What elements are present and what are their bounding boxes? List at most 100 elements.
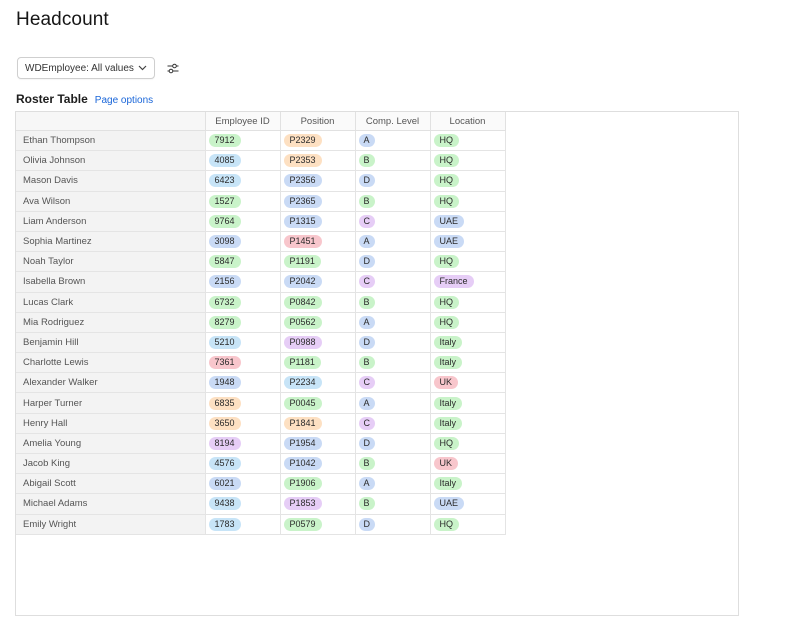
table-row[interactable]: Ava Wilson 1527 P2365 B HQ <box>16 191 506 212</box>
position-badge: P0988 <box>283 335 322 349</box>
table-row[interactable]: Noah Taylor 5847 P1191 D HQ <box>16 251 506 273</box>
chevron-down-icon <box>138 65 147 71</box>
table-row[interactable]: Isabella Brown 2156 P2042 C France <box>16 271 506 293</box>
comp-level-cell: D <box>355 433 431 455</box>
table-row[interactable]: Henry Hall 3650 P1841 C Italy <box>16 413 506 434</box>
employee-id-cell: 4085 <box>205 150 281 172</box>
roster-table: Employee ID Position Comp. Level Locatio… <box>16 112 506 535</box>
roster-table-container: Employee ID Position Comp. Level Locatio… <box>15 111 739 616</box>
location-badge: HQ <box>433 517 459 531</box>
employee-id-cell: 2156 <box>205 271 281 293</box>
position-badge: P2234 <box>283 376 322 390</box>
comp-level-badge: C <box>358 214 375 228</box>
employee-id-badge: 8194 <box>208 436 241 450</box>
location-badge: HQ <box>433 436 459 450</box>
filter-settings-button[interactable] <box>165 60 181 76</box>
table-row[interactable]: Charlotte Lewis 7361 P1181 B Italy <box>16 352 506 374</box>
comp-level-badge: A <box>358 134 375 148</box>
employee-id-cell: 3650 <box>205 413 281 434</box>
employee-id-badge: 1527 <box>208 194 241 208</box>
table-row[interactable]: Liam Anderson 9764 P1315 C UAE <box>16 211 506 232</box>
comp-level-badge: A <box>358 477 375 491</box>
employee-id-badge: 4085 <box>208 154 241 168</box>
column-header-comp-level[interactable]: Comp. Level <box>355 112 431 131</box>
employee-id-badge: 3098 <box>208 235 241 249</box>
employee-id-cell: 1783 <box>205 514 281 535</box>
location-cell: Italy <box>430 352 506 374</box>
table-row[interactable]: Sophia Martinez 3098 P1451 A UAE <box>16 231 506 253</box>
employee-id-cell: 4576 <box>205 453 281 475</box>
employee-filter-dropdown[interactable]: WDEmployee: All values <box>17 57 155 79</box>
page-options-link[interactable]: Page options <box>95 95 153 106</box>
employee-name-cell: Mason Davis <box>16 170 206 192</box>
table-row[interactable]: Mason Davis 6423 P2356 D HQ <box>16 170 506 192</box>
employee-id-badge: 1948 <box>208 376 241 390</box>
column-header-name <box>16 112 206 131</box>
location-cell: HQ <box>430 292 506 313</box>
position-badge: P0842 <box>283 295 322 309</box>
location-cell: HQ <box>430 191 506 212</box>
employee-id-badge: 4576 <box>208 457 241 471</box>
comp-level-cell: B <box>355 493 431 515</box>
table-row[interactable]: Mia Rodriguez 8279 P0562 A HQ <box>16 312 506 333</box>
employee-name-cell: Michael Adams <box>16 493 206 515</box>
location-badge: Italy <box>433 396 463 410</box>
table-row[interactable]: Lucas Clark 6732 P0842 B HQ <box>16 292 506 313</box>
position-badge: P1841 <box>283 416 322 430</box>
location-badge: HQ <box>433 194 459 208</box>
table-row[interactable]: Jacob King 4576 P1042 B UK <box>16 453 506 475</box>
location-badge: Italy <box>433 416 463 430</box>
section-title: Roster Table <box>16 92 88 106</box>
table-row[interactable]: Ethan Thompson 7912 P2329 A HQ <box>16 130 506 152</box>
employee-name-cell: Sophia Martinez <box>16 231 206 253</box>
position-cell: P0579 <box>280 514 356 535</box>
employee-id-badge: 5847 <box>208 255 241 269</box>
table-row[interactable]: Amelia Young 8194 P1954 D HQ <box>16 433 506 455</box>
comp-level-badge: D <box>358 517 375 531</box>
employee-id-cell: 9764 <box>205 211 281 232</box>
table-row[interactable]: Harper Turner 6835 P0045 A Italy <box>16 392 506 414</box>
comp-level-cell: D <box>355 332 431 354</box>
location-cell: UAE <box>430 493 506 515</box>
employee-name-cell: Olivia Johnson <box>16 150 206 172</box>
position-cell: P1451 <box>280 231 356 253</box>
comp-level-cell: A <box>355 312 431 333</box>
table-row[interactable]: Olivia Johnson 4085 P2353 B HQ <box>16 150 506 172</box>
position-cell: P1315 <box>280 211 356 232</box>
position-cell: P1906 <box>280 473 356 495</box>
location-badge: UK <box>433 457 459 471</box>
location-badge: Italy <box>433 477 463 491</box>
location-badge: HQ <box>433 174 459 188</box>
column-header-position[interactable]: Position <box>280 112 356 131</box>
position-badge: P1042 <box>283 457 322 471</box>
comp-level-cell: D <box>355 170 431 192</box>
comp-level-badge: B <box>358 497 375 511</box>
position-cell: P1853 <box>280 493 356 515</box>
position-badge: P2356 <box>283 174 322 188</box>
location-badge: HQ <box>433 295 459 309</box>
column-header-employee-id[interactable]: Employee ID <box>205 112 281 131</box>
employee-id-badge: 6021 <box>208 477 241 491</box>
table-row[interactable]: Alexander Walker 1948 P2234 C UK <box>16 372 506 394</box>
position-badge: P0579 <box>283 517 322 531</box>
location-cell: Italy <box>430 413 506 434</box>
comp-level-cell: C <box>355 413 431 434</box>
table-row[interactable]: Abigail Scott 6021 P1906 A Italy <box>16 473 506 495</box>
column-header-location[interactable]: Location <box>430 112 506 131</box>
position-badge: P1853 <box>283 497 322 511</box>
table-row[interactable]: Benjamin Hill 5210 P0988 D Italy <box>16 332 506 354</box>
location-cell: Italy <box>430 392 506 414</box>
location-cell: HQ <box>430 170 506 192</box>
position-cell: P2353 <box>280 150 356 172</box>
position-cell: P0988 <box>280 332 356 354</box>
table-row[interactable]: Emily Wright 1783 P0579 D HQ <box>16 514 506 535</box>
employee-name-cell: Ava Wilson <box>16 191 206 212</box>
sliders-icon <box>167 63 179 73</box>
comp-level-badge: B <box>358 457 375 471</box>
employee-id-badge: 6732 <box>208 295 241 309</box>
comp-level-badge: B <box>358 154 375 168</box>
employee-name-cell: Harper Turner <box>16 392 206 414</box>
table-row[interactable]: Michael Adams 9438 P1853 B UAE <box>16 493 506 515</box>
comp-level-cell: C <box>355 271 431 293</box>
employee-id-cell: 8194 <box>205 433 281 455</box>
